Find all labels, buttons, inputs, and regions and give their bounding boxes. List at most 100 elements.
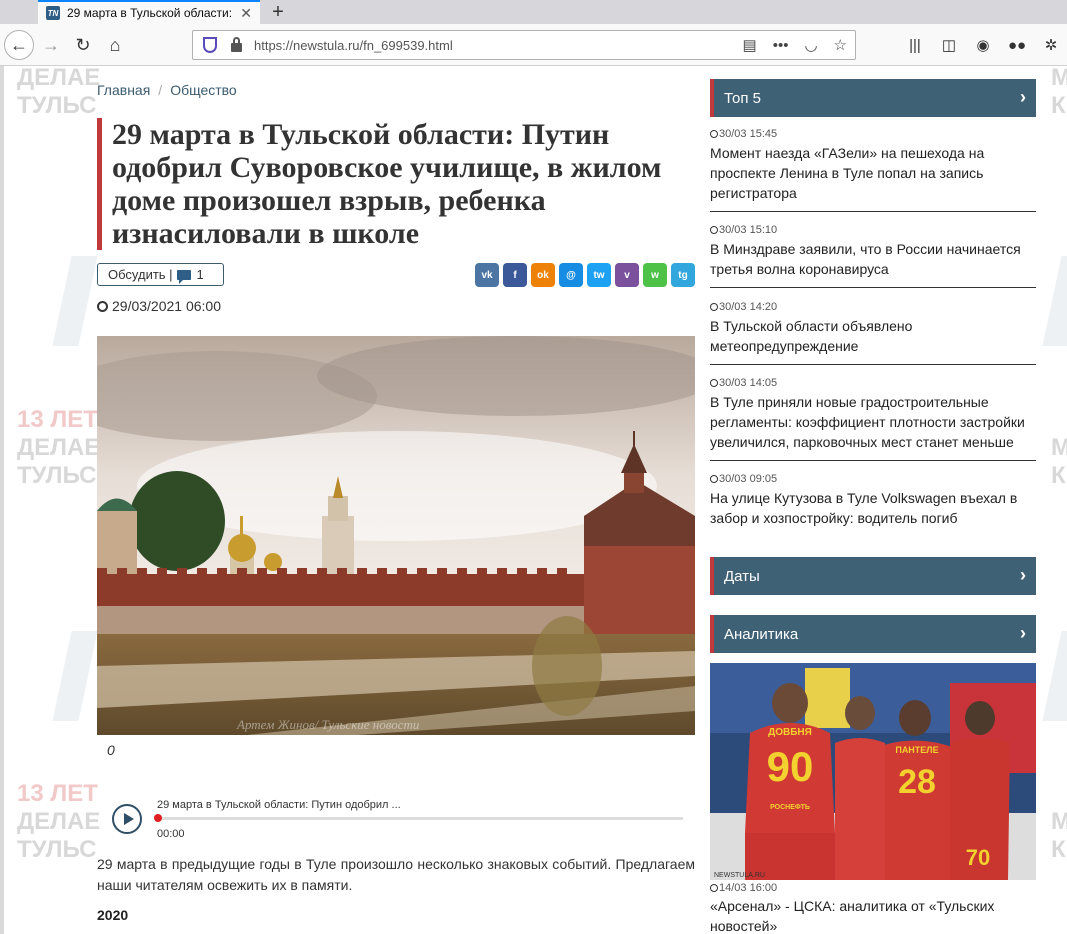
bg-branding-text: ДЕЛАЕ [17,66,101,91]
analytics-title: Аналитика [724,625,799,643]
discuss-button[interactable]: Обсудить | 1 [97,263,224,286]
sidebar-icon[interactable]: ◫ [939,30,959,60]
url-text[interactable]: https://newstula.ru/fn_699539.html [254,38,735,53]
analytics-time-text: 14/03 16:00 [719,882,778,894]
list-item[interactable]: 30/03 15:10 В Минздраве заявили, что в Р… [710,224,1036,288]
address-bar[interactable]: https://newstula.ru/fn_699539.html ▤ •••… [192,30,856,60]
reload-icon[interactable]: ↻ [68,30,98,60]
clock-icon [710,303,718,311]
clock-icon [710,130,718,138]
bg-decoration [52,256,98,346]
news-title[interactable]: В Туле приняли новые градостроительные р… [710,392,1036,452]
bg-branding-text: 13 ЛЕТ [17,780,98,807]
star-icon[interactable]: ☆ [834,36,847,54]
breadcrumb: Главная / Общество [97,82,237,98]
new-tab-button[interactable]: + [266,0,290,24]
telegram-share-icon[interactable]: tg [671,263,695,287]
vk-share-icon[interactable]: vk [475,263,499,287]
news-time: 30/03 14:20 [719,301,778,313]
chevron-right-icon: › [1020,87,1026,107]
player-number: 70 [966,845,990,870]
clock-icon [710,379,718,387]
play-button[interactable] [112,804,142,834]
discuss-label: Обсудить | [108,267,173,282]
player-number: 28 [898,763,936,801]
clock-icon [97,301,108,312]
list-item[interactable]: 30/03 15:45 Момент наезда «ГАЗели» на пе… [710,128,1036,212]
library-icon[interactable]: ||| [905,30,925,60]
analytics-time: 14/03 16:00 [710,882,777,894]
top5-title: Топ 5 [724,89,761,107]
bg-branding-text: К [1051,92,1066,119]
news-title[interactable]: В Тульской области объявлено метеопредуп… [710,316,1036,356]
player-number: 90 [767,743,814,790]
news-title[interactable]: На улице Кутузова в Туле Volkswagen въех… [710,488,1036,528]
analytics-photo[interactable]: ДОВБНЯ 90 РОСНЕФТЬ ПАНТЕЛЕ 28 70 NEWSTUL… [710,663,1036,880]
article-photo[interactable]: Артем Жинов/ Тульские новости [97,336,695,735]
bg-branding-text: М [1051,808,1067,835]
bg-branding-text: К [1051,462,1066,489]
extension-icon[interactable]: ●● [1007,30,1027,60]
tab-title: 29 марта в Тульской области: Путин [67,6,236,20]
breadcrumb-section-link[interactable]: Общество [170,82,237,98]
moimir-share-icon[interactable]: @ [559,263,583,287]
list-item[interactable]: 30/03 14:20 В Тульской области объявлено… [710,301,1036,365]
bg-branding-text: М [1051,434,1067,461]
settings-icon[interactable]: ✲ [1041,30,1061,60]
comment-icon [176,269,191,284]
web-page: ДЕЛАЕ ТУЛЬС 13 ЛЕТ ДЕЛАЕ ТУЛЬС 13 ЛЕТ ДЕ… [0,66,1067,934]
breadcrumb-home-link[interactable]: Главная [97,82,150,98]
chevron-right-icon: › [1020,565,1026,585]
analytics-header[interactable]: Аналитика › [710,615,1036,653]
audio-time: 00:00 [157,828,185,840]
sponsor-text: РОСНЕФТЬ [770,804,810,811]
player-name: ДОВБНЯ [768,727,812,738]
year-heading: 2020 [97,907,129,923]
bg-branding-text: ТУЛЬС [17,462,97,489]
bg-branding-text: ДЕЛАЕ [17,808,101,835]
viber-share-icon[interactable]: v [615,263,639,287]
article-date: 29/03/2021 06:00 [97,298,221,314]
chevron-right-icon: › [1020,623,1026,643]
pocket-icon[interactable]: ◡ [804,36,817,54]
photo-caption: 0 [107,742,115,758]
shield-icon[interactable] [203,37,217,53]
news-title[interactable]: В Минздраве заявили, что в России начина… [710,239,1036,279]
news-time: 30/03 15:10 [719,224,778,236]
browser-toolbar: ← → ↻ ⌂ https://newstula.ru/fn_699539.ht… [0,24,1067,66]
list-item[interactable]: 30/03 09:05 На улице Кутузова в Туле Vol… [710,473,1036,536]
lock-icon[interactable] [231,36,242,52]
audio-progress-bar[interactable] [157,817,683,820]
forward-icon[interactable]: → [36,30,66,60]
bg-branding-text: ТУЛЬС [17,92,97,119]
account-icon[interactable]: ◉ [973,30,993,60]
news-title[interactable]: Момент наезда «ГАЗели» на пешехода на пр… [710,143,1036,203]
clock-icon [710,226,718,234]
news-time: 30/03 14:05 [719,377,778,389]
browser-tab-bar: TN 29 марта в Тульской области: Путин ✕ … [0,0,1067,24]
article-title-block: 29 марта в Тульской области: Путин одобр… [97,118,697,250]
reader-icon[interactable]: ▤ [743,36,757,54]
more-icon[interactable]: ••• [773,37,789,54]
close-tab-icon[interactable]: ✕ [240,5,252,22]
list-item[interactable]: 30/03 14:05 В Туле приняли новые градост… [710,377,1036,461]
player-name: ПАНТЕЛЕ [895,745,938,755]
audio-progress-handle[interactable] [154,814,162,822]
top5-header[interactable]: Топ 5 › [710,79,1036,117]
analytics-article-title[interactable]: «Арсенал» - ЦСКА: аналитика от «Тульских… [710,896,1030,934]
home-icon[interactable]: ⌂ [100,30,130,60]
whatsapp-share-icon[interactable]: w [643,263,667,287]
comment-count: 1 [196,267,204,282]
news-time: 30/03 15:45 [719,128,778,140]
back-icon[interactable]: ← [4,30,34,60]
twitter-share-icon[interactable]: tw [587,263,611,287]
clock-icon [710,884,718,892]
browser-tab[interactable]: TN 29 марта в Тульской области: Путин ✕ [38,0,260,24]
bg-branding-text: К [1051,836,1066,863]
bg-branding-text: ДЕЛАЕ [17,434,101,461]
article-title: 29 марта в Тульской области: Путин одобр… [112,118,662,250]
odnoklassniki-share-icon[interactable]: ok [531,263,555,287]
news-time: 30/03 09:05 [719,473,778,485]
facebook-share-icon[interactable]: f [503,263,527,287]
dates-header[interactable]: Даты › [710,557,1036,595]
